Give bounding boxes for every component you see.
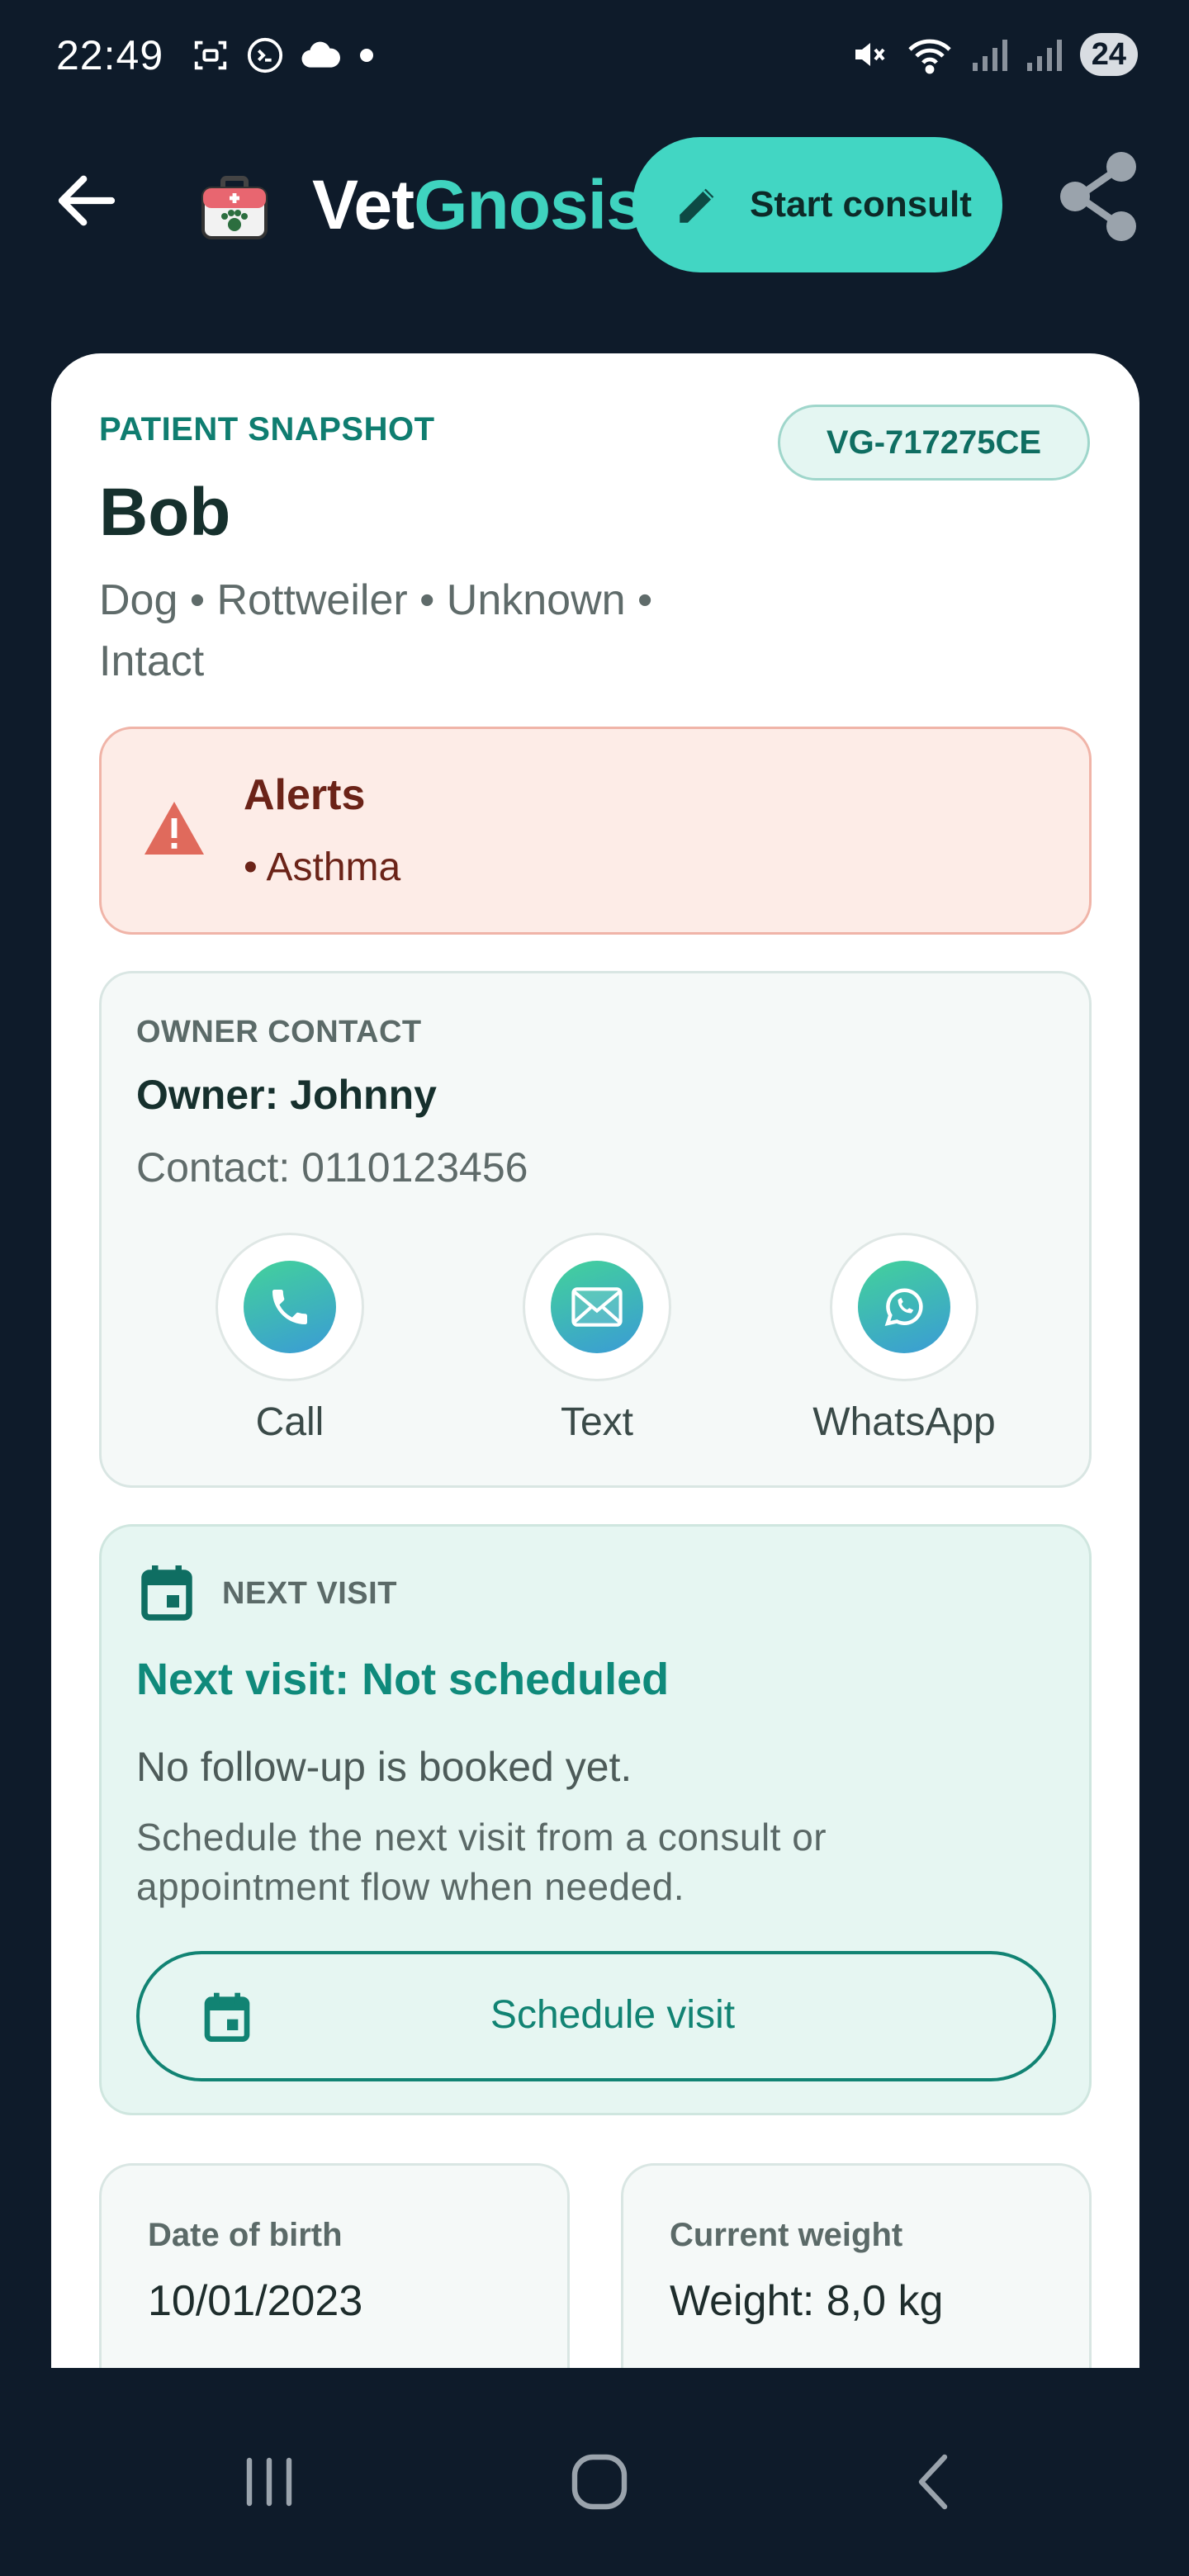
whatsapp-label: WhatsApp: [812, 1400, 996, 1444]
app-title-part2: Gnosis: [414, 166, 645, 244]
start-consult-label: Start consult: [750, 184, 972, 225]
next-visit-title: Next visit: Not scheduled: [136, 1655, 670, 1704]
weight-value: Weight: 8,0 kg: [670, 2277, 944, 2325]
weight-tile: Current weight Weight: 8,0 kg: [621, 2163, 1092, 2368]
owner-name: Owner: Johnny: [136, 1072, 437, 1118]
whatsapp-icon: [884, 1288, 923, 1327]
next-visit-subtitle: No follow-up is booked yet.: [136, 1744, 632, 1790]
dob-tile: Date of birth 10/01/2023: [99, 2163, 570, 2368]
next-visit-hint: Schedule the next visit from a consult o…: [136, 1816, 827, 1908]
app-logo: [195, 168, 274, 248]
status-icons-left: [192, 36, 375, 74]
share-icon: [1060, 152, 1136, 241]
start-consult-button[interactable]: Start consult: [632, 137, 1002, 272]
battery-level: 24: [1079, 33, 1138, 76]
dob-label: Date of birth: [148, 2217, 343, 2253]
app-bar: VetGnosis Start consult: [0, 132, 1189, 281]
weight-label: Current weight: [670, 2217, 903, 2253]
call-circle[interactable]: [216, 1233, 364, 1381]
warning-icon: [144, 802, 204, 855]
envelope-icon: [571, 1287, 623, 1327]
text-circle[interactable]: [523, 1233, 671, 1381]
mute-icon: [855, 43, 885, 66]
arrow-left-icon: [58, 175, 116, 226]
screenshot-icon: [194, 40, 227, 70]
wifi-icon: [908, 39, 951, 74]
system-back-button[interactable]: [892, 2447, 974, 2517]
phone-icon: [272, 1290, 307, 1324]
call-button[interactable]: Call: [182, 1233, 397, 1456]
home-button[interactable]: [558, 2447, 641, 2517]
dob-value: 10/01/2023: [148, 2277, 363, 2325]
alert-item: • Asthma: [244, 845, 401, 889]
system-nav-bar: [0, 2368, 1189, 2576]
home-icon: [571, 2454, 628, 2510]
whatsapp-circle[interactable]: [830, 1233, 978, 1381]
recents-icon: [246, 2457, 292, 2507]
terminal-icon: [247, 37, 283, 73]
patient-snapshot-label: PATIENT SNAPSHOT: [99, 411, 435, 447]
owner-phone: Contact: 0110123456: [136, 1144, 528, 1191]
cloud-icon: [301, 41, 340, 68]
schedule-visit-button[interactable]: Schedule visit: [136, 1951, 1056, 2081]
signal-icon: [1026, 40, 1062, 71]
owner-contact-label: OWNER CONTACT: [136, 1015, 422, 1049]
owner-contact-box: OWNER CONTACT Owner: Johnny Contact: 011…: [99, 971, 1092, 1488]
chevron-left-icon: [918, 2454, 948, 2510]
text-button[interactable]: Text: [490, 1233, 704, 1456]
share-button[interactable]: [1055, 147, 1141, 246]
status-icons-right: 24: [849, 33, 1138, 76]
vet-kit-icon: [201, 176, 268, 239]
pencil-icon: [680, 188, 714, 223]
patient-card: PATIENT SNAPSHOT VG-717275CE Bob Dog • R…: [51, 353, 1139, 2368]
pet-details: Dog • Rottweiler • Unknown • Intact: [99, 576, 653, 685]
dot-icon: [360, 49, 373, 62]
next-visit-box: NEXT VISIT Next visit: Not scheduled No …: [99, 1524, 1092, 2115]
recents-button[interactable]: [228, 2447, 310, 2517]
patient-id-chip: VG-717275CE: [778, 405, 1090, 481]
signal-icon: [972, 40, 1007, 71]
whatsapp-button[interactable]: WhatsApp: [797, 1233, 1011, 1456]
alerts-title: Alerts: [244, 771, 366, 819]
call-label: Call: [255, 1400, 324, 1444]
app-title-part1: Vet: [312, 166, 414, 244]
back-button[interactable]: [50, 163, 124, 238]
next-visit-label: NEXT VISIT: [222, 1576, 397, 1611]
status-bar: 22:49 24: [0, 0, 1189, 116]
pet-name: Bob: [99, 475, 231, 550]
app-title: VetGnosis: [312, 165, 645, 245]
alerts-box: Alerts • Asthma: [99, 727, 1092, 935]
status-time: 22:49: [56, 32, 164, 78]
schedule-visit-label: Schedule visit: [490, 1993, 736, 2037]
calendar-icon: [141, 1565, 192, 1621]
text-label: Text: [560, 1400, 634, 1444]
